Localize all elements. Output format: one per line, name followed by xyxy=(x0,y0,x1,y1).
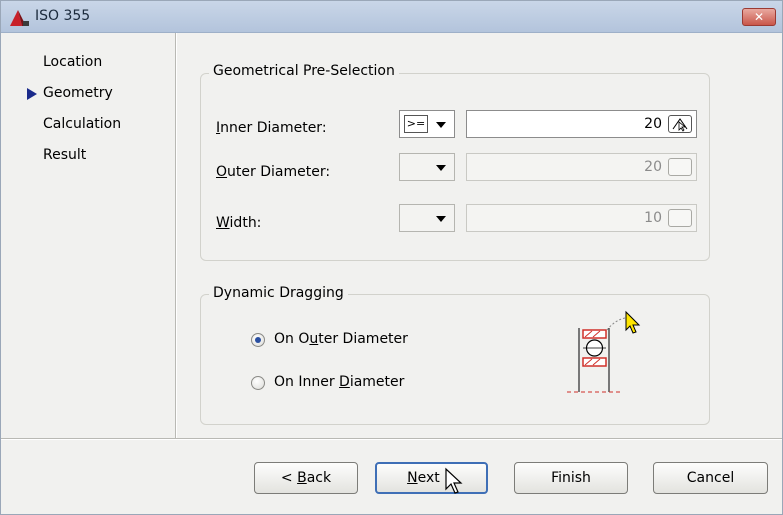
close-icon: ✕ xyxy=(753,10,765,24)
width-label: Width: xyxy=(216,215,262,231)
nav-item-calculation[interactable]: Calculation xyxy=(43,116,121,132)
nav-item-result[interactable]: Result xyxy=(43,147,86,163)
pick-point-button[interactable] xyxy=(668,158,692,176)
autocad-logo-icon xyxy=(10,10,29,26)
button-bar-divider xyxy=(1,438,782,440)
finish-button[interactable]: Finish xyxy=(514,462,628,494)
vertical-divider xyxy=(175,33,177,438)
current-step-arrow-icon xyxy=(27,88,37,100)
radio-outer-diameter-label[interactable]: On Outer Diameter xyxy=(274,331,408,347)
outer-diameter-operator-dropdown[interactable] xyxy=(399,153,455,181)
pick-point-button[interactable] xyxy=(668,115,692,133)
outer-diameter-label: Outer Diameter: xyxy=(216,164,331,180)
radio-inner-diameter[interactable] xyxy=(251,376,265,390)
inner-diameter-label: Inner Diameter: xyxy=(216,120,327,136)
title-bar[interactable]: ISO 355 ✕ xyxy=(1,1,782,33)
inner-diameter-input[interactable]: 20 xyxy=(466,110,697,138)
chevron-down-icon xyxy=(436,216,446,222)
mouse-cursor-icon xyxy=(445,467,463,494)
bearing-diagram-icon xyxy=(567,310,641,393)
pick-cursor-icon xyxy=(672,118,688,132)
nav-item-geometry[interactable]: Geometry xyxy=(43,85,113,101)
outer-diameter-value: 20 xyxy=(644,159,662,175)
width-operator-dropdown[interactable] xyxy=(399,204,455,232)
close-button[interactable]: ✕ xyxy=(742,8,776,26)
outer-diameter-input[interactable]: 20 xyxy=(466,153,697,181)
next-button[interactable]: Next > xyxy=(375,462,488,494)
cancel-button[interactable]: Cancel xyxy=(653,462,768,494)
chevron-down-icon xyxy=(436,165,446,171)
radio-inner-diameter-label[interactable]: On Inner Diameter xyxy=(274,374,404,390)
chevron-down-icon xyxy=(436,122,446,128)
radio-selected-dot xyxy=(255,337,261,343)
pick-point-button[interactable] xyxy=(668,209,692,227)
geometry-group-title: Geometrical Pre-Selection xyxy=(209,63,399,79)
window-title: ISO 355 xyxy=(35,8,91,24)
width-input[interactable]: 10 xyxy=(466,204,697,232)
width-value: 10 xyxy=(644,210,662,226)
nav-item-location[interactable]: Location xyxy=(43,54,102,70)
radio-outer-diameter[interactable] xyxy=(251,333,265,347)
dragging-group-title: Dynamic Dragging xyxy=(209,285,348,301)
dialog-window: ISO 355 ✕ Location Geometry Calculation … xyxy=(0,0,783,515)
operator-symbol: >= xyxy=(404,115,428,133)
back-button[interactable]: < Back xyxy=(254,462,358,494)
inner-diameter-operator-dropdown[interactable]: >= xyxy=(399,110,455,138)
inner-diameter-value: 20 xyxy=(644,116,662,132)
